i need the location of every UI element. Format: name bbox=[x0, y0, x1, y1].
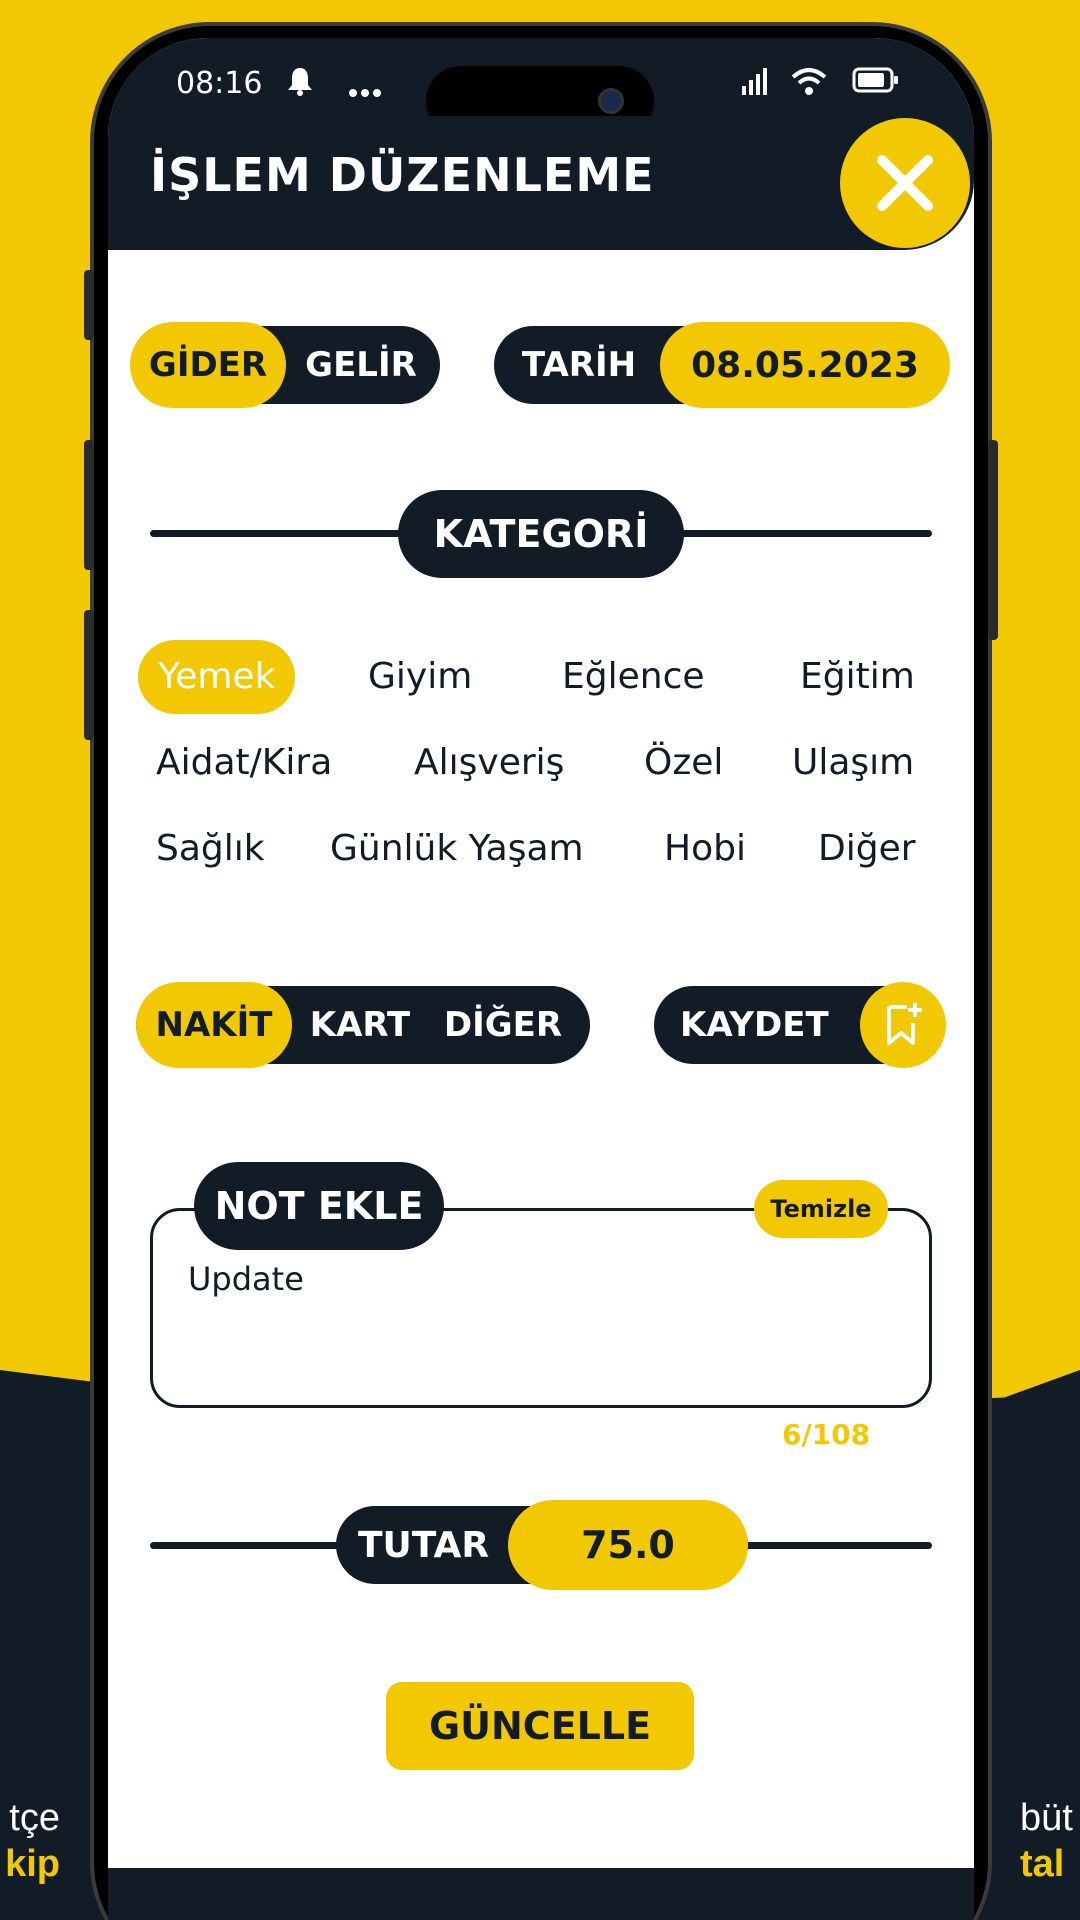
category-item-eglence[interactable]: Eğlence bbox=[562, 640, 705, 714]
category-item-yemek[interactable]: Yemek bbox=[138, 640, 296, 714]
amount-value: 75.0 bbox=[581, 1523, 675, 1567]
promo-right-line2: tal bbox=[1020, 1843, 1065, 1885]
wifi-icon bbox=[790, 66, 828, 103]
category-item-giyim[interactable]: Giyim bbox=[368, 640, 472, 714]
note-text: Update bbox=[188, 1260, 304, 1298]
category-item-hobi[interactable]: Hobi bbox=[664, 812, 746, 886]
category-title-label: KATEGORİ bbox=[433, 512, 649, 556]
amount-label: TUTAR bbox=[358, 1524, 490, 1566]
note-title: NOT EKLE bbox=[194, 1162, 444, 1250]
phone-volume-up bbox=[84, 440, 94, 570]
battery-icon bbox=[852, 66, 900, 101]
save-button[interactable]: KAYDET bbox=[654, 982, 946, 1068]
status-bar: 08:16 bbox=[108, 38, 974, 136]
clear-note-button[interactable]: Temizle bbox=[754, 1180, 888, 1238]
close-icon bbox=[877, 155, 933, 211]
category-item-ulasim[interactable]: Ulaşım bbox=[792, 726, 914, 800]
save-button-label: KAYDET bbox=[680, 1005, 829, 1045]
date-label: TARİH bbox=[521, 345, 637, 385]
promo-text-left: tçe kip bbox=[0, 1795, 60, 1887]
more-icon bbox=[348, 72, 382, 105]
note-character-counter: 6/108 bbox=[778, 1418, 875, 1451]
category-item-saglik[interactable]: Sağlık bbox=[156, 812, 265, 886]
payment-option-kart-label: KART bbox=[309, 1005, 411, 1045]
camera-lens bbox=[598, 88, 624, 114]
phone-power-button bbox=[988, 440, 998, 640]
signal-icon bbox=[740, 66, 770, 103]
category-title: KATEGORİ bbox=[398, 490, 684, 578]
payment-option-diger[interactable]: DİĞER bbox=[428, 986, 578, 1064]
category-item-egitim[interactable]: Eğitim bbox=[800, 640, 915, 714]
phone-side-button bbox=[84, 270, 94, 340]
category-item-aidat-kira[interactable]: Aidat/Kira bbox=[156, 726, 332, 800]
promo-text-right: büt tal bbox=[1020, 1795, 1080, 1887]
payment-option-kart[interactable]: KART bbox=[292, 986, 428, 1064]
date-value[interactable]: 08.05.2023 bbox=[660, 322, 950, 408]
status-time: 08:16 bbox=[176, 66, 263, 101]
category-item-diger[interactable]: Diğer bbox=[818, 812, 916, 886]
promo-left-line1: tçe bbox=[9, 1797, 60, 1839]
date-value-text: 08.05.2023 bbox=[691, 344, 919, 386]
bookmark-add-icon bbox=[860, 982, 946, 1068]
category-item-gunluk-yasam[interactable]: Günlük Yaşam bbox=[330, 812, 584, 886]
category-item-ozel[interactable]: Özel bbox=[644, 726, 723, 800]
update-button[interactable]: GÜNCELLE bbox=[386, 1682, 694, 1770]
page-title: İŞLEM DÜZENLEME bbox=[150, 148, 655, 202]
update-button-label: GÜNCELLE bbox=[428, 1704, 652, 1748]
note-title-label: NOT EKLE bbox=[214, 1184, 424, 1228]
type-option-gider[interactable]: GİDER bbox=[130, 322, 286, 408]
amount-field: TUTAR 75.0 bbox=[336, 1500, 748, 1590]
category-item-alisveris[interactable]: Alışveriş bbox=[414, 726, 564, 800]
system-nav-bar bbox=[108, 1868, 974, 1920]
app-screen: 08:16 İŞLEM DÜZENLEME GİDER GELİR TARİH … bbox=[108, 38, 974, 1920]
promo-right-line1: büt bbox=[1020, 1797, 1073, 1839]
payment-option-diger-label: DİĞER bbox=[443, 1005, 563, 1045]
close-button[interactable] bbox=[840, 118, 970, 248]
phone-volume-down bbox=[84, 610, 94, 740]
type-toggle: GİDER GELİR bbox=[130, 322, 440, 408]
date-field[interactable]: TARİH 08.05.2023 bbox=[494, 322, 950, 408]
type-option-gelir-label: GELİR bbox=[305, 345, 417, 385]
type-option-gelir[interactable]: GELİR bbox=[286, 326, 436, 404]
payment-option-nakit[interactable]: NAKİT bbox=[136, 982, 292, 1068]
promo-left-line2: kip bbox=[5, 1843, 60, 1885]
payment-toggle: NAKİT KART DİĞER bbox=[136, 982, 590, 1068]
type-option-gider-label: GİDER bbox=[148, 345, 268, 385]
clear-note-label: Temizle bbox=[770, 1195, 872, 1223]
bell-icon bbox=[286, 66, 314, 103]
amount-input[interactable]: 75.0 bbox=[508, 1500, 748, 1590]
payment-option-nakit-label: NAKİT bbox=[155, 1005, 273, 1045]
